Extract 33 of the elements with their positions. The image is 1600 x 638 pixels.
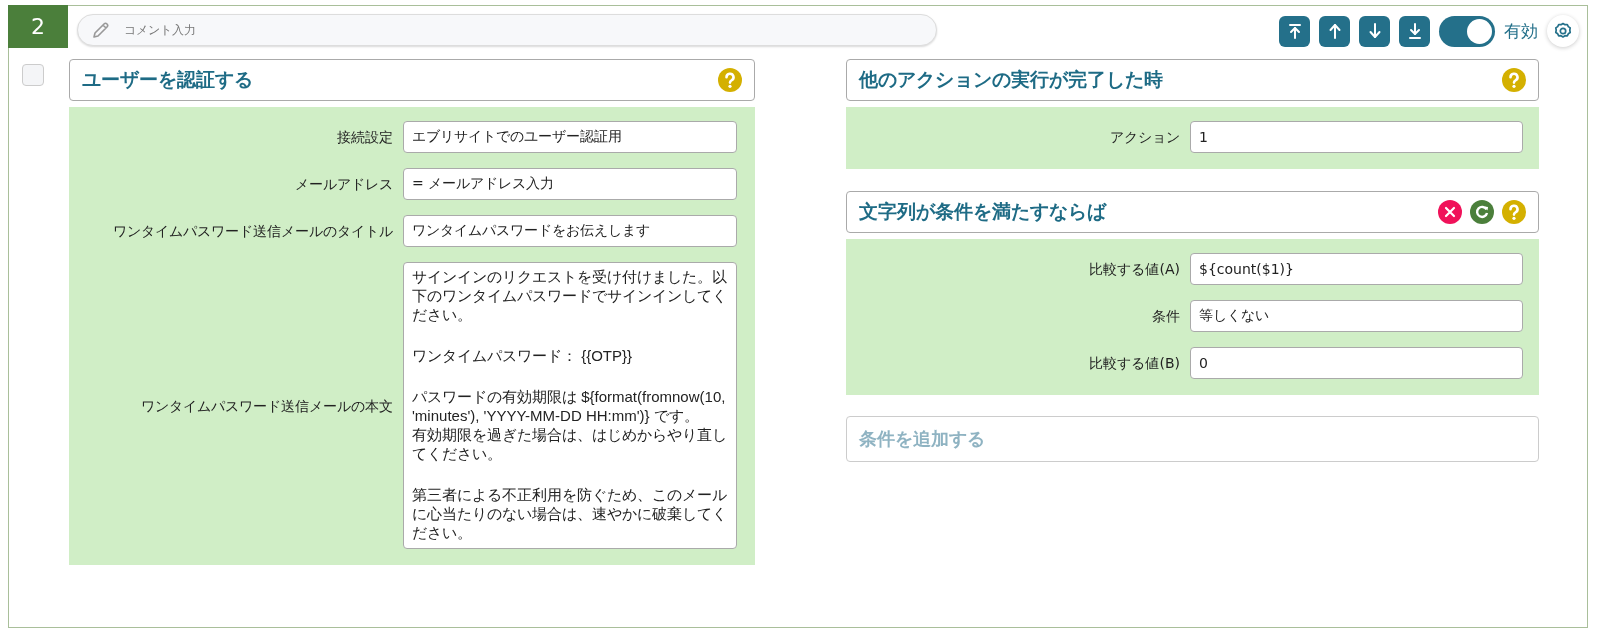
select-checkbox[interactable] (22, 64, 44, 86)
down-arrow-button[interactable] (1359, 15, 1390, 47)
step-number: 2 (8, 5, 68, 48)
card-title: 他のアクションの実行が完了した時 (859, 67, 1164, 92)
enabled-toggle[interactable] (1439, 15, 1495, 47)
input-field[interactable]: ${count($1)} (1190, 253, 1523, 285)
field-label: 接続設定 (336, 128, 394, 147)
move-top-button[interactable] (1279, 15, 1310, 47)
card-title: ユーザーを認証する (82, 67, 254, 92)
up-arrow-button[interactable] (1319, 15, 1350, 47)
refresh-icon[interactable] (1470, 200, 1494, 224)
field-label: 条件 (1151, 307, 1181, 326)
input-field[interactable]: ワンタイムパスワードをお伝えします (403, 215, 737, 247)
text-area[interactable]: サインインのリクエストを受け付けました。以下のワンタイムパスワードでサインインしてください。 ワンタイムパスワード： {{OTP}} パスワードの有効期限は ${format(fromnow(10, 'minutes'), 'YYYY-MM-DD HH:mm')} です。 有効期限を過ぎた場合は、はじめからやり直してください。 第三者による不正利用を防ぐため、このメールに心当たりのない場合は、速やかに破棄してください。 (403, 262, 737, 549)
field-label: 比較する値(B) (1088, 354, 1181, 373)
card-title: 文字列が条件を満たすならば (859, 199, 1108, 224)
input-field[interactable]: 1 (1190, 121, 1523, 153)
field-label: 比較する値(A) (1088, 260, 1181, 279)
input-field[interactable]: 0 (1190, 347, 1523, 379)
field-label: ワンタイムパスワード送信メールの本文 (140, 396, 394, 416)
input-field[interactable]: エブリサイトでのユーザー認証用 (403, 121, 737, 153)
gear-icon (1553, 21, 1573, 41)
field-label: アクション (1109, 128, 1181, 147)
pencil-icon (91, 20, 111, 40)
delete-icon[interactable] (1438, 200, 1462, 224)
input-field[interactable]: 等しくない (1190, 300, 1523, 332)
field-label: ワンタイムパスワード送信メールのタイトル (112, 222, 394, 241)
move-bottom-button[interactable] (1399, 15, 1430, 47)
settings-button[interactable] (1547, 15, 1579, 47)
comment-field[interactable]: コメント入力 (77, 14, 937, 46)
field-label: メールアドレス (294, 175, 394, 194)
input-field[interactable]: = メールアドレス入力 (403, 168, 737, 200)
enabled-label: 有効 (1504, 19, 1538, 43)
